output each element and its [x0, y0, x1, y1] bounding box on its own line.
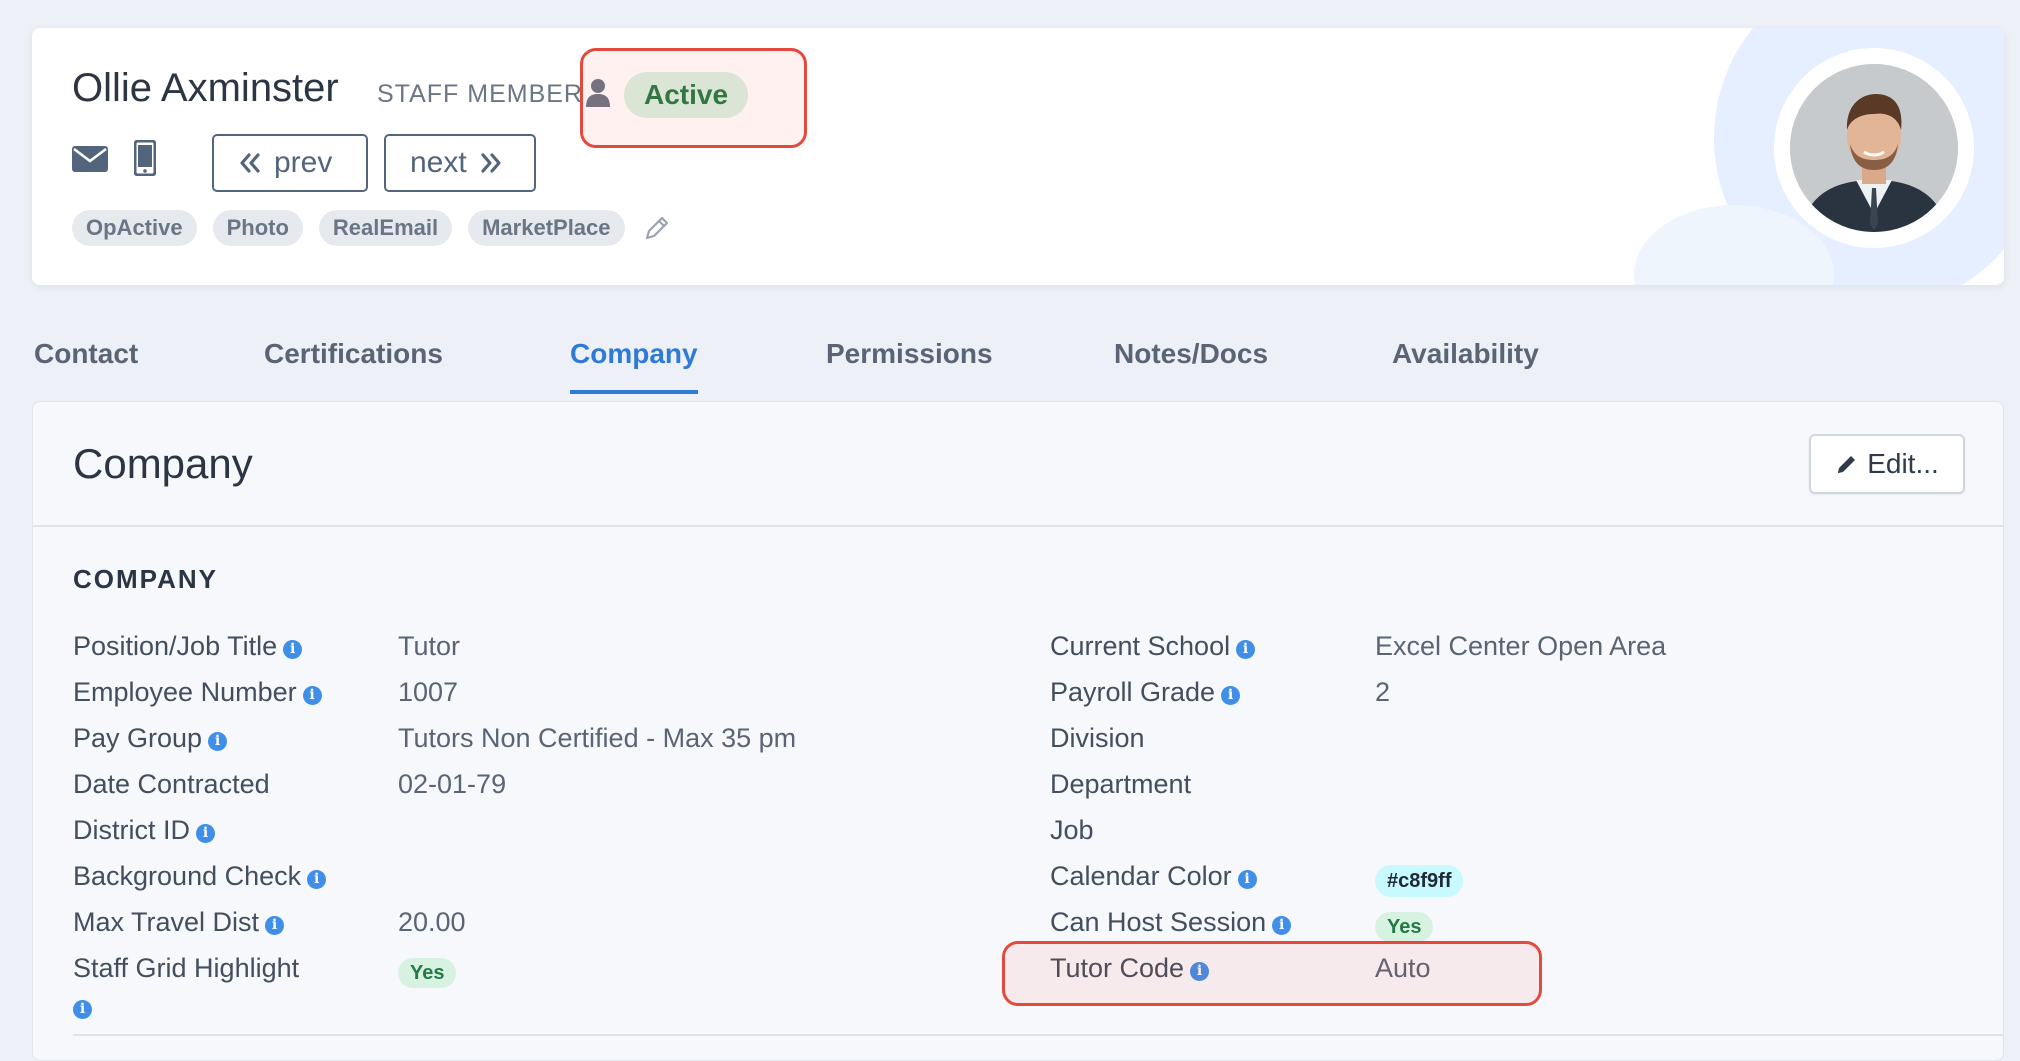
- field-district-id: District ID i: [73, 812, 215, 848]
- field-date-contracted: Date Contracted 02-01-79: [73, 766, 506, 802]
- field-staff-grid-highlight: Staff Grid Highlight Yes: [73, 950, 457, 988]
- field-label: Pay Group: [73, 723, 203, 753]
- field-payroll-grade: Payroll Grade i 2: [1050, 674, 1390, 710]
- tag-list: OpActive Photo RealEmail MarketPlace: [72, 210, 671, 246]
- field-value: #c8f9ff: [1375, 860, 1464, 897]
- field-label: Employee Number: [73, 677, 297, 707]
- person-portrait-image: [1790, 64, 1958, 232]
- field-value: Tutor: [398, 631, 461, 661]
- double-chevron-left-icon: [240, 153, 260, 173]
- calendar-color-swatch: #c8f9ff: [1375, 865, 1464, 897]
- field-calendar-color: Calendar Color i #c8f9ff: [1050, 858, 1464, 897]
- field-label: Division: [1050, 723, 1145, 753]
- field-label: Date Contracted: [73, 769, 270, 799]
- info-icon[interactable]: i: [307, 870, 327, 889]
- tab-availability[interactable]: Availability: [1392, 338, 1539, 398]
- staff-name: Ollie Axminster: [72, 66, 339, 110]
- field-label: Can Host Session: [1050, 907, 1267, 937]
- field-job: Job: [1050, 812, 1094, 848]
- field-can-host-session: Can Host Session i Yes: [1050, 904, 1434, 942]
- field-current-school: Current School i Excel Center Open Area: [1050, 628, 1666, 664]
- info-icon[interactable]: i: [302, 686, 322, 705]
- field-label: Job: [1050, 815, 1094, 845]
- field-max-travel-dist: Max Travel Dist i 20.00: [73, 904, 466, 940]
- yes-badge: Yes: [1375, 912, 1434, 942]
- field-label: Background Check: [73, 861, 302, 891]
- field-value: 2: [1375, 677, 1391, 707]
- field-value: Excel Center Open Area: [1375, 631, 1667, 661]
- field-label: Calendar Color: [1050, 861, 1232, 891]
- info-icon[interactable]: i: [1272, 916, 1292, 935]
- field-label: Position/Job Title: [73, 631, 278, 661]
- yes-badge: Yes: [398, 958, 457, 988]
- tag-opactive: OpActive: [72, 210, 197, 246]
- field-value: Yes: [398, 952, 457, 988]
- tab-notes-docs[interactable]: Notes/Docs: [1114, 338, 1268, 398]
- info-icon[interactable]: i: [196, 824, 215, 843]
- info-icon[interactable]: i: [73, 1000, 92, 1019]
- info-icon[interactable]: i: [208, 732, 228, 751]
- field-value: Yes: [1375, 906, 1434, 942]
- field-value: 02-01-79: [398, 769, 507, 799]
- field-label: Department: [1050, 769, 1192, 799]
- field-position-job-title: Position/Job Title i Tutor: [73, 628, 460, 664]
- field-division: Division: [1050, 720, 1145, 756]
- avatar-photo: [1790, 64, 1958, 232]
- tab-contact[interactable]: Contact: [34, 338, 138, 398]
- status-highlight-box: [580, 48, 807, 148]
- prev-label: prev: [274, 146, 333, 179]
- info-icon[interactable]: i: [1236, 640, 1256, 659]
- field-label: Current School: [1050, 631, 1231, 661]
- mobile-phone-icon[interactable]: [134, 140, 156, 176]
- tutor-code-highlight-box: [1002, 941, 1542, 1006]
- panel-divider: [33, 525, 2003, 527]
- next-label: next: [410, 146, 467, 179]
- tag-photo: Photo: [212, 210, 303, 246]
- field-employee-number: Employee Number i 1007: [73, 674, 458, 710]
- section-heading: COMPANY: [73, 564, 218, 594]
- edit-button[interactable]: Edit...: [1809, 434, 1965, 494]
- panel-title: Company: [73, 440, 253, 487]
- avatar[interactable]: [1774, 48, 1974, 248]
- field-staff-grid-highlight-info: i: [67, 988, 92, 1024]
- field-value: Tutors Non Certified - Max 35 pm: [398, 723, 797, 753]
- info-icon[interactable]: i: [1237, 870, 1257, 889]
- tab-company[interactable]: Company: [570, 338, 698, 398]
- edit-button-label: Edit...: [1867, 448, 1939, 479]
- info-icon[interactable]: i: [283, 640, 303, 659]
- field-label: District ID: [73, 815, 190, 845]
- tag-marketplace: MarketPlace: [468, 210, 625, 246]
- pencil-icon: [1838, 456, 1856, 473]
- field-value: 20.00: [398, 907, 466, 937]
- info-icon[interactable]: i: [1221, 686, 1241, 705]
- field-label: Max Travel Dist: [73, 907, 260, 937]
- tag-realemail: RealEmail: [318, 210, 453, 246]
- field-label: Payroll Grade: [1050, 677, 1216, 707]
- field-value: 1007: [398, 677, 459, 707]
- prev-button[interactable]: prev: [212, 134, 368, 192]
- info-icon[interactable]: i: [265, 916, 285, 935]
- field-pay-group: Pay Group i Tutors Non Certified - Max 35…: [73, 720, 796, 756]
- mail-icon[interactable]: [72, 146, 108, 172]
- field-label: Staff Grid Highlight: [73, 953, 300, 983]
- tab-permissions[interactable]: Permissions: [826, 338, 993, 398]
- field-background-check: Background Check i: [73, 858, 327, 894]
- double-chevron-right-icon: [481, 153, 501, 173]
- edit-tags-pencil-icon[interactable]: [643, 214, 671, 242]
- tab-certifications[interactable]: Certifications: [264, 338, 443, 398]
- profile-header-card: Ollie Axminster STAFF MEMBER Active prev…: [32, 28, 2004, 285]
- next-button[interactable]: next: [384, 134, 536, 192]
- field-department: Department: [1050, 766, 1191, 802]
- staff-role: STAFF MEMBER: [377, 80, 583, 108]
